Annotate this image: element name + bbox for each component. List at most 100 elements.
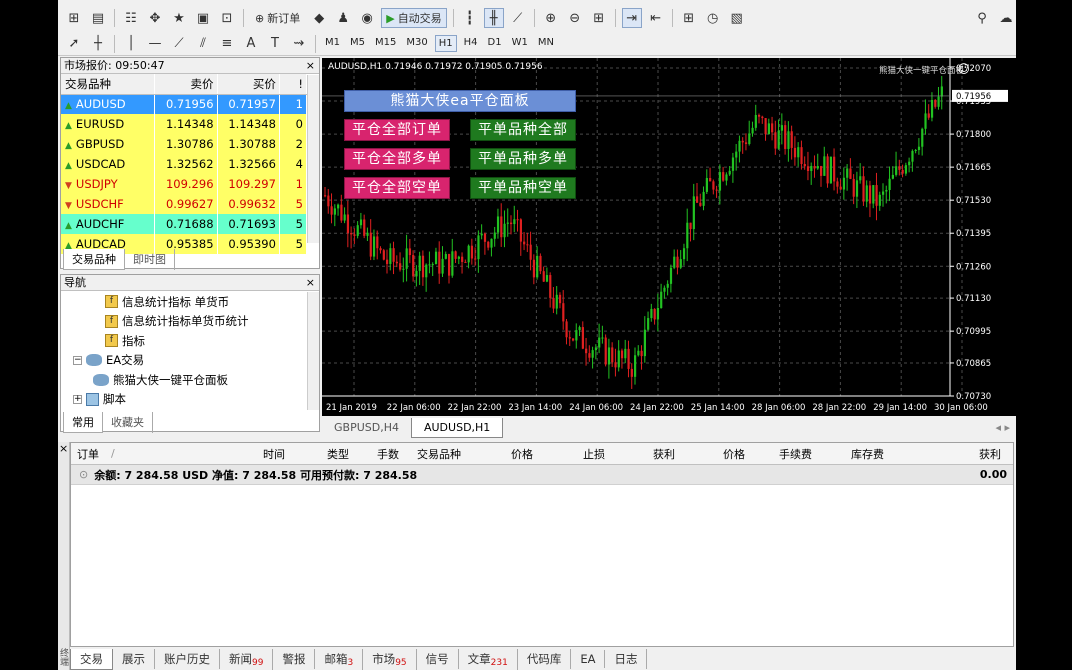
nav-item[interactable]: 熊猫大侠一键平仓面板 (61, 370, 319, 390)
timeframe-w1[interactable]: W1 (509, 35, 531, 52)
col-header[interactable]: 获利 (653, 446, 675, 462)
text-label-icon[interactable]: T (265, 34, 285, 54)
fibonacci-icon[interactable]: ≡ (217, 34, 237, 54)
horizontal-line-icon[interactable]: — (145, 34, 165, 54)
tab-gbpusd-h4[interactable]: GBPUSD,H4 (322, 418, 411, 438)
close-symbol-all-button[interactable]: 平单品种全部 (470, 119, 576, 141)
terminal-tab[interactable]: 邮箱3 (315, 648, 364, 670)
col-spread[interactable]: ! (279, 74, 308, 95)
tree-expander-icon[interactable]: − (73, 355, 82, 365)
chart-shift-icon[interactable]: ⇤ (646, 8, 666, 28)
balance-row[interactable]: ⊙ 余额: 7 284.58 USD 净值: 7 284.58 可用预付款: 7… (71, 465, 1013, 485)
terminal-tab[interactable]: 展示 (113, 649, 155, 669)
col-header[interactable]: 价格 (723, 446, 745, 462)
quote-row[interactable]: ▲ GBPUSD 1.30786 1.30788 2 (61, 134, 308, 154)
terminal-tab[interactable]: 文章231 (459, 648, 518, 670)
col-symbol[interactable]: 交易品种 (61, 74, 156, 95)
data-window-icon[interactable]: ✥ (145, 8, 165, 28)
close-icon[interactable]: × (306, 58, 315, 73)
arrows-icon[interactable]: ⇝ (289, 34, 309, 54)
col-header[interactable]: 获利 (979, 446, 1001, 462)
nav-item[interactable]: f 指标 (61, 331, 319, 351)
timeframe-m1[interactable]: M1 (322, 35, 343, 52)
quote-row[interactable]: ▲ EURUSD 1.14348 1.14348 0 (61, 114, 308, 134)
market-watch-scrollbar[interactable] (307, 75, 319, 243)
community-icon[interactable]: ♟ (333, 8, 353, 28)
periods-icon[interactable]: ◷ (703, 8, 723, 28)
cursor-icon[interactable]: ➚ (64, 34, 84, 54)
timeframe-m30[interactable]: M30 (403, 35, 430, 52)
quote-row[interactable]: ▲ AUDCHF 0.71688 0.71693 5 (61, 214, 308, 234)
quote-row[interactable]: ▼ USDCHF 0.99627 0.99632 5 (61, 194, 308, 214)
templates-icon[interactable]: ▧ (727, 8, 747, 28)
col-header[interactable]: 止损 (583, 446, 605, 462)
close-all-orders-button[interactable]: 平仓全部订单 (344, 119, 450, 141)
col-bid[interactable]: 卖价 (154, 74, 218, 95)
close-icon[interactable]: × (306, 275, 315, 290)
terminal-tab[interactable]: 账户历史 (155, 649, 220, 669)
timeframe-m15[interactable]: M15 (372, 35, 399, 52)
new-chart-icon[interactable]: ⊞ (64, 8, 84, 28)
terminal-tab[interactable]: 新闻99 (220, 648, 274, 670)
terminal-tab[interactable]: EA (571, 650, 606, 668)
nav-item[interactable]: + 脚本 (61, 390, 319, 410)
chat-icon[interactable]: ☁ (996, 8, 1016, 28)
col-header[interactable]: 订单 (77, 446, 99, 462)
chart-window[interactable]: 0.72070 0.71935 0.71800 0.71665 0.71530 0.713… (322, 58, 1016, 416)
navigator-scrollbar[interactable] (307, 292, 319, 410)
col-ask[interactable]: 买价 (217, 74, 280, 95)
nav-item[interactable]: f 信息统计指标 单货币 (61, 292, 319, 312)
terminal-icon[interactable]: ▣ (193, 8, 213, 28)
navigator-icon[interactable]: ★ (169, 8, 189, 28)
signals-icon[interactable]: ◉ (357, 8, 377, 28)
timeframe-d1[interactable]: D1 (485, 35, 505, 52)
profiles-icon[interactable]: ▤ (88, 8, 108, 28)
text-icon[interactable]: A (241, 34, 261, 54)
terminal-tab[interactable]: 代码库 (518, 649, 572, 669)
col-header[interactable]: 手数 (377, 446, 399, 462)
quote-row[interactable]: ▼ USDJPY 109.296 109.297 1 (61, 174, 308, 194)
vertical-line-icon[interactable]: │ (121, 34, 141, 54)
channel-icon[interactable]: ⫽ (193, 34, 213, 54)
zoom-in-icon[interactable]: ⊕ (541, 8, 561, 28)
timeframe-h4[interactable]: H4 (461, 35, 481, 52)
nav-item[interactable]: f 信息统计指标单货币统计 (61, 312, 319, 332)
col-header[interactable]: 价格 (511, 446, 533, 462)
zoom-out-icon[interactable]: ⊖ (565, 8, 585, 28)
col-header[interactable]: 库存费 (851, 446, 884, 462)
tab-common[interactable]: 常用 (63, 412, 103, 433)
close-all-sell-button[interactable]: 平仓全部空单 (344, 177, 450, 199)
terminal-tab[interactable]: 市场95 (363, 648, 417, 670)
close-symbol-buy-button[interactable]: 平单品种多单 (470, 148, 576, 170)
tab-favorites[interactable]: 收藏夹 (103, 412, 153, 433)
auto-trading-button[interactable]: ▶ 自动交易 (381, 8, 447, 28)
terminal-tab[interactable]: 警报 (273, 649, 316, 669)
bar-chart-icon[interactable]: ┇ (460, 8, 480, 28)
tab-symbols[interactable]: 交易品种 (63, 249, 125, 270)
quote-row[interactable]: ▲ USDCAD 1.32562 1.32566 4 (61, 154, 308, 174)
metaeditor-icon[interactable]: ◆ (309, 8, 329, 28)
col-header[interactable]: 类型 (327, 446, 349, 462)
tree-expander-icon[interactable]: + (73, 394, 82, 404)
new-order-button[interactable]: ⊕ 新订单 (250, 8, 305, 28)
tabs-scroll-arrows-icon[interactable]: ◂ ▸ (989, 418, 1016, 438)
line-chart-icon[interactable]: ⟋ (508, 8, 528, 28)
terminal-tab[interactable]: 日志 (605, 649, 648, 669)
close-symbol-sell-button[interactable]: 平单品种空单 (470, 177, 576, 199)
tester-icon[interactable]: ⊡ (217, 8, 237, 28)
tab-audusd-h1[interactable]: AUDUSD,H1 (410, 418, 504, 438)
trendline-icon[interactable]: ⟋ (169, 34, 189, 54)
timeframe-m5[interactable]: M5 (347, 35, 368, 52)
indicators-icon[interactable]: ⊞ (679, 8, 699, 28)
crosshair-icon[interactable]: ┼ (88, 34, 108, 54)
col-header[interactable]: 时间 (263, 446, 285, 462)
close-icon[interactable]: × (58, 442, 69, 455)
tab-tick-chart[interactable]: 即时图 (125, 249, 175, 270)
candlestick-icon[interactable]: ╫ (483, 8, 504, 28)
auto-scroll-icon[interactable]: ⇥ (621, 8, 642, 28)
nav-item[interactable]: − EA交易 (61, 351, 319, 371)
close-all-buy-button[interactable]: 平仓全部多单 (344, 148, 450, 170)
market-watch-icon[interactable]: ☷ (121, 8, 141, 28)
tile-windows-icon[interactable]: ⊞ (589, 8, 609, 28)
timeframe-h1[interactable]: H1 (434, 35, 457, 52)
